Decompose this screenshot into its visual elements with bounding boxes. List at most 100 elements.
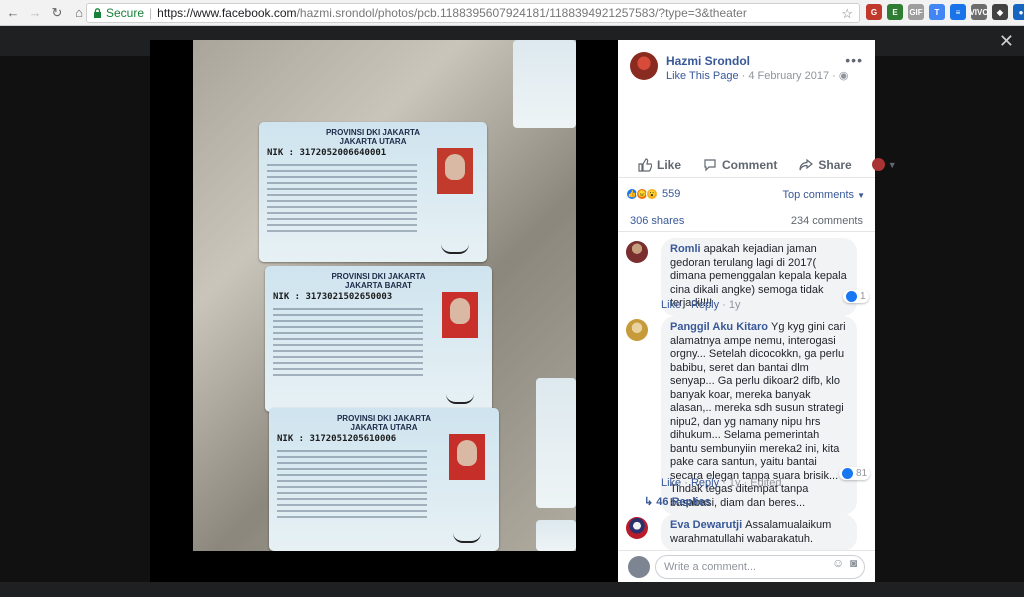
wow-reaction-icon: 😮 bbox=[646, 188, 658, 200]
card-nik: NIK : 3173021502650003 bbox=[273, 292, 393, 302]
reaction-count[interactable]: 559 bbox=[662, 188, 680, 200]
avatar[interactable] bbox=[630, 52, 658, 80]
reload-icon[interactable]: ↻ bbox=[48, 4, 66, 22]
more-options-icon[interactable]: ••• bbox=[845, 52, 863, 68]
comment: Eva Dewarutji Assalamualaikum warahmatull… bbox=[626, 514, 866, 550]
card-province: PROVINSI DKI JAKARTA bbox=[331, 272, 426, 281]
share-button[interactable]: Share bbox=[799, 157, 852, 172]
ext-blue-icon[interactable]: ≡ bbox=[950, 4, 966, 20]
id-card-partial bbox=[513, 40, 576, 128]
comment-like-link[interactable]: Like bbox=[661, 477, 681, 489]
forward-icon[interactable]: → bbox=[26, 4, 44, 22]
card-text-lines bbox=[277, 450, 427, 522]
card-city: JAKARTA BARAT bbox=[345, 281, 412, 290]
url-text: https://www.facebook.com/hazmi.srondol/p… bbox=[157, 6, 747, 20]
ext-vivo-icon[interactable]: VIVO bbox=[969, 4, 989, 20]
browser-toolbar: ← → ↻ ⌂ Secure | https://www.facebook.co… bbox=[0, 0, 1024, 26]
comment-author[interactable]: Romli bbox=[670, 243, 701, 255]
ext-green-icon[interactable]: E bbox=[887, 4, 903, 20]
secure-indicator[interactable]: Secure bbox=[93, 6, 144, 20]
card-signature bbox=[446, 392, 474, 404]
avatar[interactable] bbox=[626, 319, 648, 341]
post-date[interactable]: 4 February 2017 bbox=[748, 70, 829, 82]
card-photo bbox=[442, 292, 478, 338]
ext-red-icon[interactable]: G bbox=[866, 4, 882, 20]
comment-like-count[interactable]: 1 bbox=[843, 290, 869, 303]
id-card: PROVINSI DKI JAKARTA JAKARTA BARAT NIK : … bbox=[265, 266, 492, 412]
share-comment-counts: 306 shares 234 comments bbox=[618, 210, 875, 232]
post-actions: Like Comment Share ▼ bbox=[618, 152, 897, 178]
comments-count[interactable]: 234 comments bbox=[791, 215, 863, 227]
comment-reply-link[interactable]: Reply bbox=[691, 477, 719, 489]
reply-arrow-icon: ↳ bbox=[644, 496, 654, 508]
comment-like-number: 81 bbox=[856, 468, 868, 479]
post-author[interactable]: Hazmi Srondol bbox=[666, 54, 750, 68]
id-card: PROVINSI DKI JAKARTA JAKARTA UTARA NIK : … bbox=[269, 408, 499, 551]
card-text-lines bbox=[267, 164, 417, 236]
like-button[interactable]: Like bbox=[638, 158, 681, 172]
extension-bar: G E GIF T ≡ VIVO ◆ ● bbox=[866, 4, 1024, 20]
ext-shield-icon[interactable]: ◆ bbox=[992, 4, 1008, 20]
camera-icon[interactable]: ◙ bbox=[850, 556, 857, 570]
shares-count[interactable]: 306 shares bbox=[630, 215, 684, 227]
avatar[interactable] bbox=[626, 517, 648, 539]
comment-age[interactable]: 1y bbox=[729, 477, 741, 489]
card-signature bbox=[441, 242, 469, 254]
address-bar[interactable]: Secure | https://www.facebook.com/hazmi.… bbox=[86, 3, 860, 23]
comment-author[interactable]: Eva Dewarutji bbox=[670, 519, 742, 531]
comment-footer: Like · Reply · 1y · Edited bbox=[661, 477, 782, 489]
card-province: PROVINSI DKI JAKARTA bbox=[336, 414, 432, 423]
ext-translate-icon[interactable]: T bbox=[929, 4, 945, 20]
view-replies-link[interactable]: ↳ 46 Replies bbox=[644, 495, 711, 508]
id-card: PROVINSI DKI JAKARTA JAKARTA UTARA NIK : … bbox=[259, 122, 487, 262]
back-icon[interactable]: ← bbox=[4, 4, 22, 22]
avatar[interactable] bbox=[626, 241, 648, 263]
comment-edited[interactable]: Edited bbox=[750, 477, 781, 489]
bookmark-star-icon[interactable]: ☆ bbox=[841, 6, 853, 22]
top-comments-dropdown[interactable]: Top comments ▼ bbox=[782, 189, 865, 201]
comment-button[interactable]: Comment bbox=[703, 158, 777, 172]
like-badge-icon bbox=[842, 468, 853, 479]
write-comment-bar: Write a comment... ☺ ◙ bbox=[618, 550, 875, 582]
card-nik: NIK : 3172051205610006 bbox=[277, 434, 397, 444]
post-panel: Hazmi Srondol Like This Page · 4 Februar… bbox=[618, 40, 897, 582]
comment-author[interactable]: Panggil Aku Kitaro bbox=[670, 321, 768, 333]
caret-down-icon: ▼ bbox=[857, 191, 865, 200]
comment: Panggil Aku Kitaro Yg kyg gini cari alama… bbox=[626, 316, 871, 546]
share-icon bbox=[799, 158, 814, 170]
comment-age[interactable]: 1y bbox=[729, 299, 741, 311]
ext-circle-icon[interactable]: ● bbox=[1013, 4, 1024, 20]
comment-like-number: 1 bbox=[860, 291, 866, 302]
card-nik: NIK : 3172052006640001 bbox=[267, 148, 387, 158]
photo[interactable]: PROVINSI DKI JAKARTA JAKARTA UTARA NIK : … bbox=[193, 40, 576, 551]
reaction-summary[interactable]: 👍 😠 😮 559 bbox=[626, 188, 680, 200]
avatar bbox=[871, 158, 885, 171]
secure-label: Secure bbox=[106, 6, 145, 20]
comment-icon bbox=[704, 158, 716, 171]
replies-count: 46 Replies bbox=[656, 496, 711, 508]
comment-like-count[interactable]: 81 bbox=[839, 467, 871, 480]
like-page-link[interactable]: Like This Page bbox=[666, 70, 739, 82]
ext-gif-icon[interactable]: GIF bbox=[908, 4, 924, 20]
share-label: Share bbox=[818, 157, 852, 172]
card-photo bbox=[449, 434, 485, 480]
id-card-partial bbox=[536, 520, 576, 551]
comment-placeholder: Write a comment... bbox=[664, 561, 757, 573]
comment-bubble: Eva Dewarutji Assalamualaikum warahmatull… bbox=[661, 514, 857, 550]
card-photo bbox=[437, 148, 473, 194]
audience-selector[interactable]: ▼ bbox=[871, 158, 897, 171]
card-city: JAKARTA UTARA bbox=[350, 423, 418, 432]
avatar bbox=[628, 556, 650, 578]
close-icon[interactable]: ✕ bbox=[999, 31, 1014, 52]
globe-icon: ◉ bbox=[838, 70, 849, 82]
card-province: PROVINSI DKI JAKARTA bbox=[325, 128, 421, 137]
comment-like-link[interactable]: Like bbox=[661, 299, 681, 311]
post-meta: Like This Page · 4 February 2017 · ◉ bbox=[666, 70, 849, 82]
comment: Romli apakah kejadian jaman gedoran terul… bbox=[626, 238, 869, 316]
comment-reply-link[interactable]: Reply bbox=[691, 299, 719, 311]
emoji-icon[interactable]: ☺ bbox=[832, 556, 844, 570]
like-label: Like bbox=[657, 157, 682, 172]
comment-footer: Like · Reply · 1y bbox=[661, 299, 741, 311]
card-text-lines bbox=[273, 308, 423, 380]
card-signature bbox=[453, 531, 481, 543]
